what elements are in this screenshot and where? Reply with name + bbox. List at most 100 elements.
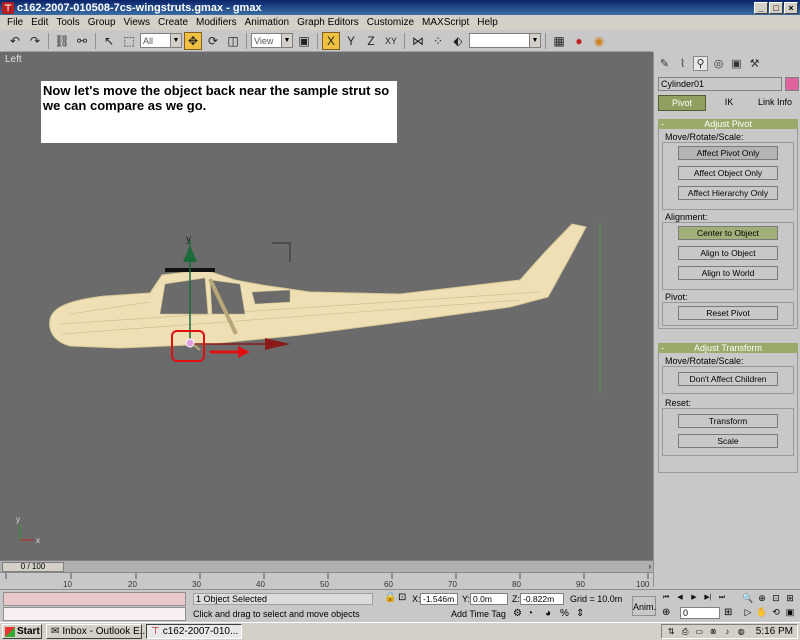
- create-tab-icon[interactable]: ✎: [657, 56, 672, 71]
- menu-tools[interactable]: Tools: [52, 17, 83, 28]
- maxscript-output-field[interactable]: [3, 607, 186, 621]
- minimize-button[interactable]: _: [754, 1, 768, 14]
- adjust-pivot-header[interactable]: - Adjust Pivot: [658, 119, 798, 129]
- pan-icon[interactable]: ✋: [756, 606, 768, 618]
- menu-file[interactable]: File: [3, 17, 27, 28]
- viewport-label[interactable]: Left: [5, 54, 22, 65]
- menu-views[interactable]: Views: [120, 17, 155, 28]
- menu-animation[interactable]: Animation: [241, 17, 293, 28]
- time-slider-thumb[interactable]: 0 / 100: [2, 562, 64, 572]
- time-slider-next-icon[interactable]: ›: [648, 562, 651, 571]
- adjust-transform-header[interactable]: - Adjust Transform: [658, 343, 798, 353]
- zoom-all-icon[interactable]: ⊕: [756, 592, 768, 604]
- time-slider[interactable]: 0 / 100 ›: [0, 560, 653, 572]
- axis-z-button[interactable]: Z: [362, 32, 380, 50]
- render-teapot-icon[interactable]: ●: [570, 32, 588, 50]
- modify-tab-icon[interactable]: ⌇: [675, 56, 690, 71]
- material-editor-icon[interactable]: ▦: [550, 32, 568, 50]
- transform-button[interactable]: Transform: [678, 414, 778, 428]
- track-bar[interactable]: 10 20 30 40 50 60 70 80 90 100: [0, 572, 653, 589]
- go-to-start-icon[interactable]: ⏮: [660, 592, 672, 604]
- menu-create[interactable]: Create: [154, 17, 192, 28]
- lock-icon[interactable]: 🔒: [384, 592, 396, 603]
- menu-edit[interactable]: Edit: [27, 17, 52, 28]
- close-button[interactable]: ×: [784, 1, 798, 14]
- axis-xy-button[interactable]: XY: [382, 32, 400, 50]
- start-button[interactable]: Start: [2, 624, 42, 639]
- align-to-world-button[interactable]: Align to World: [678, 266, 778, 280]
- animate-button[interactable]: Anim.: [632, 596, 656, 616]
- z-coord-field[interactable]: -0.822m: [520, 593, 564, 605]
- axis-y-button[interactable]: Y: [342, 32, 360, 50]
- center-to-object-button[interactable]: Center to Object: [678, 226, 778, 240]
- absolute-mode-icon[interactable]: ⊡: [398, 592, 406, 603]
- menu-customize[interactable]: Customize: [363, 17, 418, 28]
- select-arrow-icon[interactable]: ↖: [100, 32, 118, 50]
- maxscript-listener-field[interactable]: [3, 592, 186, 606]
- move-icon[interactable]: ✥: [184, 31, 202, 50]
- reference-coord-dropdown[interactable]: View ▼: [251, 33, 293, 48]
- unlink-icon[interactable]: ⚯: [73, 32, 91, 50]
- utilities-tab-icon[interactable]: ⚒: [747, 56, 762, 71]
- menu-group[interactable]: Group: [84, 17, 120, 28]
- pivot-center-icon[interactable]: ▣: [295, 32, 313, 50]
- network-icon[interactable]: ⇅: [666, 626, 677, 637]
- go-to-end-icon[interactable]: ⏭: [716, 592, 728, 604]
- selection-filter-dropdown[interactable]: All ▼: [140, 33, 182, 48]
- task-gmax[interactable]: ⊤ c162-2007-010...: [146, 624, 242, 639]
- previous-frame-icon[interactable]: ◀: [674, 592, 686, 604]
- align-to-object-button[interactable]: Align to Object: [678, 246, 778, 260]
- object-name-field[interactable]: Cylinder01: [658, 77, 782, 91]
- scale-button[interactable]: Scale: [678, 434, 778, 448]
- display-tab-icon[interactable]: ▣: [729, 56, 744, 71]
- menu-modifiers[interactable]: Modifiers: [192, 17, 241, 28]
- region-select-icon[interactable]: ⬚: [120, 32, 138, 50]
- zoom-extents-all-icon[interactable]: ⊞: [784, 592, 796, 604]
- security-icon[interactable]: ⊗: [708, 626, 719, 637]
- hierarchy-tab-icon[interactable]: ⚲: [693, 55, 708, 71]
- zoom-extents-icon[interactable]: ⊡: [770, 592, 782, 604]
- redo-icon[interactable]: ↷: [26, 32, 44, 50]
- key-filter-icon[interactable]: ⊕: [662, 607, 670, 618]
- tab-ik[interactable]: IK: [706, 95, 752, 111]
- maximize-button[interactable]: □: [769, 1, 783, 14]
- maximize-viewport-icon[interactable]: ▣: [784, 606, 796, 618]
- quick-render-icon[interactable]: ◉: [590, 32, 608, 50]
- x-coord-field[interactable]: -1.546m: [420, 593, 458, 605]
- folder-icon[interactable]: ▭: [694, 626, 705, 637]
- undo-icon[interactable]: ↶: [6, 32, 24, 50]
- array-icon[interactable]: ⁘: [429, 32, 447, 50]
- menu-help[interactable]: Help: [473, 17, 502, 28]
- align-icon[interactable]: ⬖: [449, 32, 467, 50]
- current-frame-field[interactable]: 0: [680, 607, 720, 619]
- zoom-icon[interactable]: 🔍: [742, 592, 754, 604]
- reset-pivot-button[interactable]: Reset Pivot: [678, 306, 778, 320]
- key-mode-icon[interactable]: ⚙: [513, 608, 522, 619]
- affect-hierarchy-only-button[interactable]: Affect Hierarchy Only: [678, 186, 778, 200]
- printer-icon[interactable]: ⎙: [680, 626, 691, 637]
- menu-graph-editors[interactable]: Graph Editors: [293, 17, 363, 28]
- time-config-icon[interactable]: ⊞: [724, 607, 732, 618]
- play-icon[interactable]: ▶: [688, 592, 700, 604]
- snap-toggle-icon[interactable]: ◔: [527, 608, 533, 619]
- tab-pivot[interactable]: Pivot: [658, 95, 706, 111]
- menu-maxscript[interactable]: MAXScript: [418, 17, 473, 28]
- axis-x-button[interactable]: X: [322, 31, 340, 50]
- affect-object-only-button[interactable]: Affect Object Only: [678, 166, 778, 180]
- motion-tab-icon[interactable]: ◎: [711, 56, 726, 71]
- rotate-icon[interactable]: ⟳: [204, 32, 222, 50]
- link-icon[interactable]: ⛓: [53, 32, 71, 50]
- y-coord-field[interactable]: 0.0m: [470, 593, 508, 605]
- object-color-swatch[interactable]: [785, 77, 799, 91]
- mirror-icon[interactable]: ⋈: [409, 32, 427, 50]
- field-of-view-icon[interactable]: ▷: [742, 606, 754, 618]
- add-time-tag-button[interactable]: Add Time Tag: [451, 609, 506, 619]
- affect-pivot-only-button[interactable]: Affect Pivot Only: [678, 146, 778, 160]
- next-frame-icon[interactable]: ▶|: [702, 592, 714, 604]
- tab-link-info[interactable]: Link Info: [752, 95, 798, 111]
- spinner-snap-icon[interactable]: ⇕: [576, 608, 584, 619]
- angle-snap-icon[interactable]: ◕: [545, 608, 551, 619]
- named-selection-dropdown[interactable]: ▼: [469, 33, 541, 48]
- dont-affect-children-button[interactable]: Don't Affect Children: [678, 372, 778, 386]
- percent-snap-icon[interactable]: %: [560, 608, 569, 619]
